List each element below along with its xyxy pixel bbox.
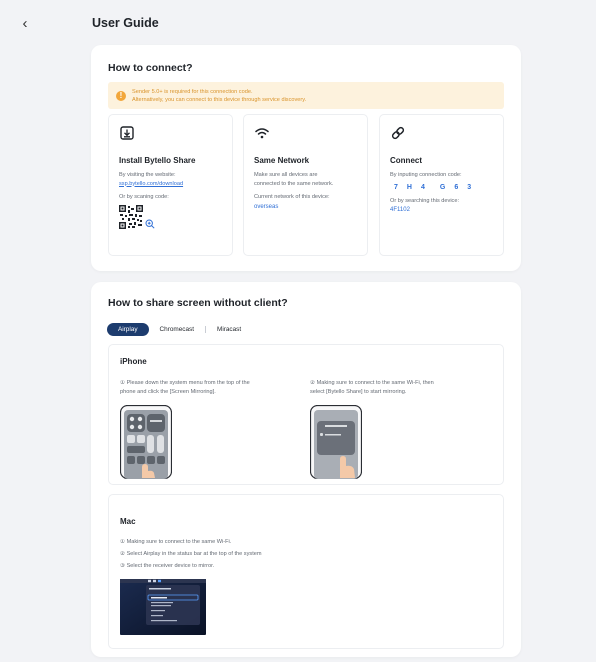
zoom-in-icon[interactable] bbox=[145, 218, 155, 229]
code-char: G bbox=[439, 183, 446, 191]
link-icon bbox=[391, 126, 405, 140]
code-char: H bbox=[406, 183, 412, 191]
download-icon bbox=[120, 126, 134, 140]
code-char: 7 bbox=[394, 183, 398, 191]
info-icon: ! bbox=[116, 90, 126, 101]
mac-step-2: ② Select Airplay in the status bar at th… bbox=[120, 551, 262, 557]
tab-airplay[interactable]: Airplay bbox=[107, 323, 149, 336]
current-network-value: overseas bbox=[254, 203, 279, 210]
connection-code: 7 H 4 G 6 3 bbox=[394, 184, 493, 191]
tab-chromecast[interactable]: Chromecast bbox=[149, 323, 205, 336]
connect-section-title: How to connect? bbox=[108, 62, 193, 74]
iphone-step-2: ② Making sure to connect to the same Wi-… bbox=[310, 380, 434, 395]
mac-step-1: ① Making sure to connect to the same Wi-… bbox=[120, 539, 232, 545]
screen-mirroring-screenshot bbox=[310, 405, 362, 479]
notice-line-1: Sender 5.0+ is required for this connect… bbox=[132, 88, 253, 95]
iphone-step-1: ① Please down the system menu from the t… bbox=[120, 380, 250, 395]
wifi-icon bbox=[255, 128, 269, 139]
mac-step-3: ③ Select the receiver device to mirror. bbox=[120, 563, 215, 569]
install-website-text: By visiting the website: bbox=[119, 172, 176, 178]
network-title: Same Network bbox=[254, 156, 310, 165]
requirement-notice: ! Sender 5.0+ is required for this conne… bbox=[108, 82, 504, 109]
mac-section: Mac ① Making sure to connect to the same… bbox=[108, 494, 504, 649]
scan-code-text: Or by scaning code: bbox=[119, 194, 169, 200]
code-char: 6 bbox=[454, 183, 459, 191]
current-network-label: Current network of this device: bbox=[254, 194, 330, 200]
qr-code bbox=[119, 204, 143, 229]
share-section-title: How to share screen without client? bbox=[108, 297, 288, 309]
connect-panel: Connect By inputing connection code: 7 H… bbox=[379, 114, 504, 256]
notice-line-2: Alternatively, you can connect to this d… bbox=[132, 96, 307, 103]
mac-title: Mac bbox=[120, 517, 136, 526]
network-panel: Same Network Make sure all devices are c… bbox=[243, 114, 368, 256]
connect-title: Connect bbox=[390, 156, 422, 165]
tab-miracast[interactable]: Miracast bbox=[206, 323, 252, 336]
device-name: 4F1102 bbox=[390, 207, 410, 213]
network-text-1: Make sure all devices are bbox=[254, 172, 318, 178]
connection-code-label: By inputing connection code: bbox=[390, 172, 462, 178]
iphone-section: iPhone ① Please down the system menu fro… bbox=[108, 344, 504, 485]
chevron-left-icon: ‹ bbox=[22, 14, 28, 32]
page-title: User Guide bbox=[92, 16, 159, 30]
mac-airplay-screenshot bbox=[120, 579, 206, 635]
install-title: Install Bytello Share bbox=[119, 156, 196, 165]
search-device-label: Or by searching this device: bbox=[390, 197, 460, 204]
install-panel: Install Bytello Share By visiting the we… bbox=[108, 114, 233, 256]
share-card: How to share screen without client? Airp… bbox=[91, 282, 521, 657]
iphone-title: iPhone bbox=[120, 357, 147, 366]
download-link[interactable]: ssp.bytello.com/download bbox=[119, 180, 222, 189]
protocol-tabs: Airplay Chromecast Miracast bbox=[107, 323, 252, 336]
back-button[interactable]: ‹ bbox=[16, 14, 34, 32]
code-char: 3 bbox=[467, 183, 472, 191]
control-center-screenshot bbox=[120, 405, 172, 479]
network-text-2: connected to the same network. bbox=[254, 180, 334, 187]
code-char: 4 bbox=[420, 183, 425, 191]
connect-card: How to connect? ! Sender 5.0+ is require… bbox=[91, 45, 521, 271]
